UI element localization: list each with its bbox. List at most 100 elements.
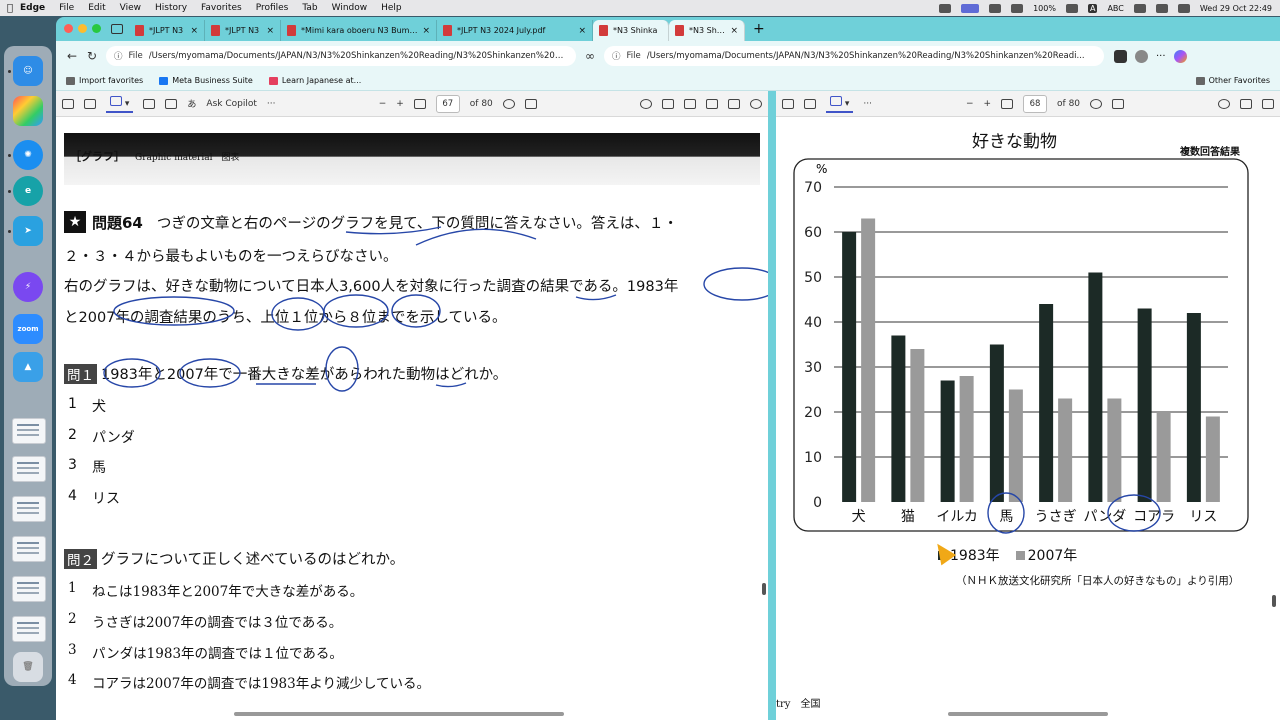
zoom-window-button[interactable] xyxy=(92,24,101,33)
safari-icon[interactable]: ✺ xyxy=(13,140,43,170)
zoom-out-icon[interactable]: − xyxy=(379,99,387,109)
tab-jlpt-n3-2024-july[interactable]: *JLPT N3 2024 July.pdf × xyxy=(437,20,593,41)
page-view-icon[interactable] xyxy=(524,98,537,109)
messenger-icon[interactable]: ⚡ xyxy=(13,272,43,302)
minimized-window-thumbnail[interactable] xyxy=(12,456,46,482)
expand-icon[interactable] xyxy=(728,98,740,109)
text-box-icon[interactable] xyxy=(165,98,178,109)
input-source-label[interactable]: ABC xyxy=(1107,4,1123,13)
search-icon[interactable] xyxy=(1218,98,1231,109)
cloud-icon[interactable] xyxy=(989,3,1002,13)
menubar-clock[interactable]: Wed 29 Oct 22:49 xyxy=(1200,4,1272,13)
more-menu-icon[interactable]: ··· xyxy=(1156,51,1166,62)
new-tab-button[interactable]: + xyxy=(745,21,773,41)
status-app-icon[interactable] xyxy=(939,3,952,13)
other-favorites[interactable]: Other Favorites xyxy=(1195,76,1270,85)
control-center-icon[interactable] xyxy=(1177,3,1190,13)
zoom-in-icon[interactable]: + xyxy=(984,99,992,109)
minimized-window-thumbnail[interactable] xyxy=(12,616,46,642)
save-icon[interactable] xyxy=(1262,98,1275,109)
input-source-icon[interactable]: A xyxy=(1087,3,1098,13)
menu-edit[interactable]: Edit xyxy=(88,3,105,13)
battery-icon[interactable] xyxy=(1065,3,1078,13)
menu-file[interactable]: File xyxy=(59,3,74,13)
url-text-left[interactable]: /Users/myomama/Documents/JAPAN/N3/N3%20S… xyxy=(149,51,568,61)
tab-actions-icon[interactable] xyxy=(111,24,123,34)
minimized-window-thumbnail[interactable] xyxy=(12,536,46,562)
url-field-right[interactable]: ⓘ File /Users/myomama/Documents/JAPAN/N3… xyxy=(604,46,1104,66)
draw-icon[interactable] xyxy=(84,98,96,109)
wifi-icon[interactable] xyxy=(1133,3,1146,13)
url-text-right[interactable]: /Users/myomama/Documents/JAPAN/N3/N3%20S… xyxy=(647,51,1085,61)
launchpad-icon[interactable] xyxy=(13,96,43,126)
fit-page-icon[interactable] xyxy=(413,98,426,109)
print-icon[interactable] xyxy=(1240,98,1253,109)
menu-tab[interactable]: Tab xyxy=(302,3,317,13)
close-tab-icon[interactable]: × xyxy=(266,26,274,36)
save-icon[interactable] xyxy=(684,98,696,109)
tab-n3-shinkanzen-right[interactable]: *N3 Shinka× xyxy=(669,20,745,41)
vertical-scrollbar[interactable] xyxy=(1272,595,1276,607)
highlight-tool[interactable]: ▾ xyxy=(106,94,134,113)
profile-avatar[interactable] xyxy=(1135,49,1148,63)
page-view-icon[interactable] xyxy=(1112,98,1125,109)
translate-icon[interactable]: あ xyxy=(187,97,196,110)
close-tab-icon[interactable]: × xyxy=(730,26,738,36)
menu-history[interactable]: History xyxy=(155,3,187,13)
eraser-icon[interactable] xyxy=(143,98,156,109)
copilot-icon[interactable] xyxy=(1173,49,1187,63)
close-tab-icon[interactable]: × xyxy=(190,26,198,36)
edge-icon[interactable]: e xyxy=(13,176,43,206)
tab-n3-shinkanzen-left[interactable]: *N3 Shinka xyxy=(593,20,669,41)
menu-view[interactable]: View xyxy=(120,3,141,13)
zoom-out-icon[interactable]: − xyxy=(966,99,974,109)
menu-app-name[interactable]: Edge xyxy=(20,3,45,13)
search-icon[interactable] xyxy=(640,98,652,109)
search-icon[interactable] xyxy=(1155,3,1168,13)
apple-icon[interactable]:  xyxy=(0,3,20,14)
minimized-window-thumbnail[interactable] xyxy=(12,496,46,522)
menu-help[interactable]: Help xyxy=(381,3,402,13)
info-icon[interactable]: ⓘ xyxy=(114,50,123,62)
keynote-icon[interactable]: ▲ xyxy=(13,352,43,382)
tab-mimi-kara-oboeru[interactable]: *Mimi kara oboeru N3 Bumpou × xyxy=(281,20,437,41)
finder-icon[interactable]: ☺ xyxy=(13,56,43,86)
settings-gear-icon[interactable] xyxy=(750,98,762,109)
tab-jlpt-n3-2[interactable]: *JLPT N3 × xyxy=(205,20,281,41)
screen-record-icon[interactable] xyxy=(961,3,980,13)
split-link-icon[interactable]: ∞ xyxy=(580,49,600,63)
more-tools-icon[interactable]: ··· xyxy=(267,99,276,109)
menu-profiles[interactable]: Profiles xyxy=(256,3,289,13)
favorite-meta-business-suite[interactable]: Meta Business Suite xyxy=(159,76,253,85)
draw-icon[interactable] xyxy=(804,98,816,109)
favorite-import[interactable]: Import favorites xyxy=(66,76,143,85)
close-window-button[interactable] xyxy=(64,24,73,33)
zoom-icon[interactable]: zoom xyxy=(13,314,43,344)
more-tools-icon[interactable]: ··· xyxy=(863,99,872,109)
split-screen-icon[interactable] xyxy=(1114,49,1127,63)
trash-icon[interactable]: 🗑 xyxy=(13,652,43,682)
close-tab-icon[interactable]: × xyxy=(422,26,430,36)
telegram-icon[interactable]: ➤ xyxy=(13,216,43,246)
vertical-scrollbar[interactable] xyxy=(762,583,766,595)
rotate-icon[interactable] xyxy=(502,98,515,109)
back-icon[interactable]: ← xyxy=(62,49,82,63)
contents-icon[interactable] xyxy=(62,98,74,109)
horizontal-scrollbar[interactable] xyxy=(948,712,1108,716)
highlight-tool[interactable]: ▾ xyxy=(826,94,854,113)
favorite-learn-japanese[interactable]: Learn Japanese at... xyxy=(268,76,361,85)
save-as-icon[interactable] xyxy=(706,98,718,109)
print-icon[interactable] xyxy=(662,98,674,109)
info-icon[interactable]: ⓘ xyxy=(612,50,621,62)
fit-page-icon[interactable] xyxy=(1001,98,1014,109)
page-number-input[interactable]: 67 xyxy=(435,94,460,113)
refresh-icon[interactable]: ↻ xyxy=(82,49,102,63)
minimize-window-button[interactable] xyxy=(78,24,87,33)
close-tab-icon[interactable]: × xyxy=(578,26,586,36)
page-number-input[interactable]: 68 xyxy=(1023,94,1048,113)
volume-icon[interactable] xyxy=(1011,3,1024,13)
minimized-window-thumbnail[interactable] xyxy=(12,418,46,444)
minimized-window-thumbnail[interactable] xyxy=(12,576,46,602)
tab-jlpt-n3-1[interactable]: *JLPT N3 × xyxy=(129,20,205,41)
menu-favorites[interactable]: Favorites xyxy=(201,3,242,13)
